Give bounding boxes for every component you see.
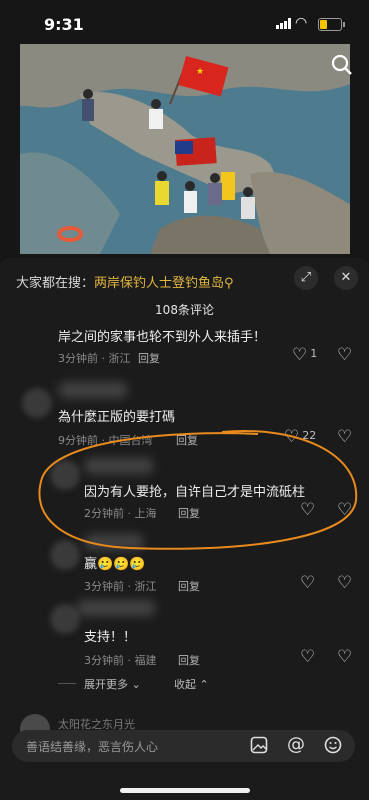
search-icon[interactable] (331, 54, 353, 76)
status-time: 9:31 (44, 15, 84, 34)
avatar[interactable] (50, 460, 80, 490)
like-count: 1 (310, 347, 318, 360)
signal-icon (276, 18, 291, 29)
comment-input[interactable] (24, 730, 248, 764)
broken-heart-icon[interactable]: ♡ (337, 345, 352, 365)
reply-button[interactable]: 回复 (178, 578, 200, 594)
hot-search-banner[interactable]: 大家都在搜：两岸保钓人士登钓鱼岛⚲ (16, 272, 234, 291)
username-blurred (76, 600, 156, 616)
comment-meta: 2分钟前 · 上海 (84, 507, 157, 520)
broken-heart-icon[interactable]: ♡ (337, 500, 352, 520)
battery-icon (318, 18, 345, 31)
battery-level (320, 20, 327, 29)
broken-heart-icon[interactable]: ♡ (337, 573, 352, 593)
post-photo[interactable]: ★ (20, 44, 350, 254)
at-icon[interactable]: @ (287, 734, 305, 755)
comment-meta: 3分钟前 · 福建 (84, 654, 157, 667)
divider (58, 683, 76, 684)
reply-button[interactable]: 回复 (178, 652, 200, 668)
broken-heart-icon[interactable]: ♡ (337, 647, 352, 667)
collapse-button[interactable]: 收起 ⌃ (174, 676, 209, 692)
comment-count: 108条评论 (155, 303, 214, 317)
photo-scene: ★ (20, 44, 350, 254)
heart-icon[interactable]: ♡ (300, 647, 315, 667)
search-small-icon: ⚲ (224, 276, 234, 291)
reply-button[interactable]: 回复 (176, 432, 198, 448)
comment-meta: 9分钟前 · 中国台湾 (58, 434, 153, 447)
expand-more-button[interactable]: 展开更多 ⌄ (84, 676, 141, 692)
avatar[interactable] (50, 540, 80, 570)
hot-search-keyword[interactable]: 两岸保钓人士登钓鱼岛 (94, 276, 224, 291)
hot-search-prefix: 大家都在搜： (16, 276, 95, 291)
username-blurred (84, 534, 144, 550)
avatar[interactable] (22, 388, 52, 418)
comment-text: 因为有人要抢，自许自己才是中流砥柱 (84, 485, 306, 500)
status-bar: 9:31 ◠ (0, 0, 369, 44)
reply-button[interactable]: 回复 (178, 505, 200, 521)
comment-text: 為什麼正版的要打碼 (58, 410, 176, 425)
broken-heart-icon[interactable]: ♡ (337, 427, 352, 447)
image-icon[interactable] (250, 736, 268, 758)
comment-input-bar: @ (12, 730, 355, 764)
home-indicator[interactable] (120, 788, 250, 793)
username-blurred (84, 458, 154, 474)
like-count: 22 (302, 429, 317, 442)
comment-text: 支持！！ (84, 630, 137, 645)
close-icon[interactable]: ✕ (334, 266, 358, 290)
emoji-icon[interactable] (324, 736, 342, 758)
svg-text:★: ★ (196, 67, 204, 77)
comment-meta: 3分钟前 · 浙江 (84, 580, 157, 593)
username-blurred (58, 382, 128, 398)
reply-button[interactable]: 回复 (138, 350, 160, 366)
comment-meta: 3分钟前 · 浙江 (58, 352, 131, 365)
expand-icon[interactable]: ⤢ (294, 266, 318, 290)
heart-icon[interactable]: ♡ (300, 573, 315, 593)
heart-icon[interactable]: ♡ (300, 500, 315, 520)
heart-icon[interactable]: ♡ 1 (292, 345, 317, 365)
wifi-icon: ◠ (295, 15, 308, 31)
comment-text: 赢🥲🥲🥲 (84, 557, 146, 572)
comment-text: 岸之间的家事也轮不到外人来插手！ (58, 330, 267, 345)
heart-icon[interactable]: ♡ 22 (284, 427, 316, 447)
